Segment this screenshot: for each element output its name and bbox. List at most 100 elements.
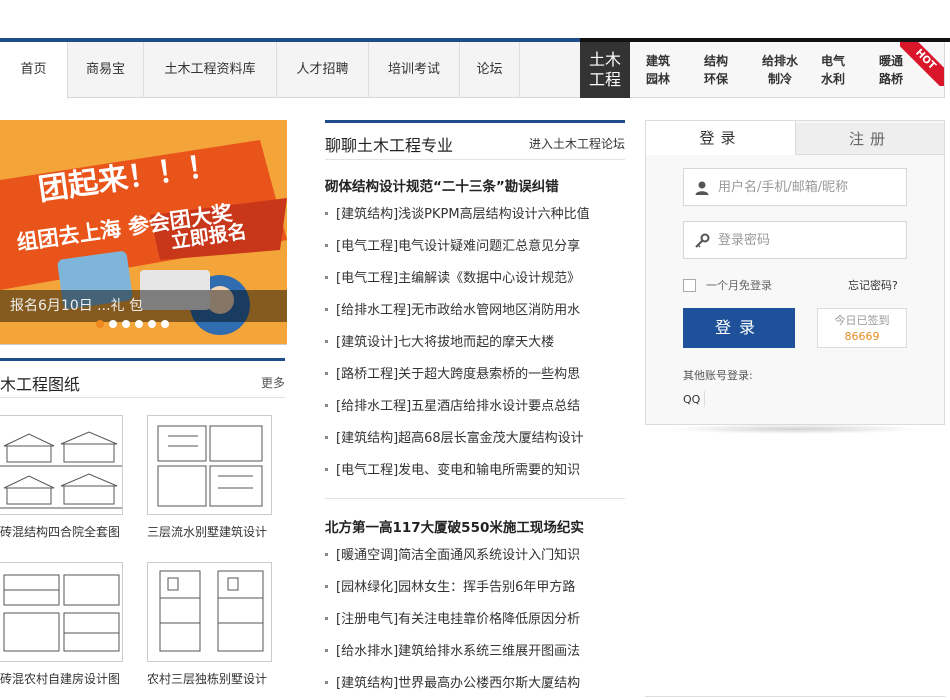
bullet-icon — [325, 681, 328, 684]
hot-badge: HOT — [900, 42, 944, 86]
list-item-text: [建筑设计]七大将拔地而起的摩天大楼 — [336, 335, 555, 350]
category-electrical-hydraulic[interactable]: 电气 水利 — [813, 52, 853, 88]
qq-label: QQ — [683, 392, 701, 406]
daily-signin-box[interactable]: 今日已签到 86669 — [817, 308, 907, 348]
category-label: 给排水 — [761, 54, 798, 68]
bullet-icon — [325, 276, 328, 279]
list-item[interactable]: [电气工程]主编解读《数据中心设计规范》 — [325, 263, 625, 295]
banner-dot[interactable] — [96, 320, 104, 328]
list-item[interactable]: [园林绿化]园林女生：挥手告别6年甲方路 — [325, 572, 625, 604]
list-item[interactable]: [建筑结构]浅谈PKPM高层结构设计六种比值 — [325, 199, 625, 231]
drawing-image — [157, 425, 263, 507]
forgot-password-link[interactable]: 忘记密码? — [848, 277, 898, 293]
drawings-title: 木工程图纸 — [0, 375, 81, 394]
tab-login[interactable]: 登录 — [646, 121, 796, 155]
forum-title: 聊聊土木工程专业 — [325, 136, 454, 155]
banner-dot[interactable] — [122, 320, 130, 328]
bullet-icon — [325, 585, 328, 588]
drawing-thumbnail[interactable] — [147, 415, 272, 515]
list-item[interactable]: [注册电气]有关注电挂靠价格降低原因分析 — [325, 604, 625, 636]
list-item[interactable]: [给排水工程]五星酒店给排水设计要点总结 — [325, 391, 625, 423]
nav-item-jobs[interactable]: 人才招聘 — [277, 42, 369, 98]
right-column-divider — [645, 696, 945, 697]
list-item-text: [路桥工程]关于超大跨度悬索桥的一些构思 — [336, 367, 581, 382]
banner-caption: 报名6月10日 ...礼 包 — [0, 290, 287, 322]
password-input[interactable] — [718, 230, 898, 250]
qq-login-link[interactable]: QQ — [683, 391, 706, 407]
category-label: 制冷 — [767, 72, 792, 86]
list-item-text: [给排水工程]五星酒店给排水设计要点总结 — [336, 399, 581, 414]
other-login-label: 其他账号登录: — [683, 369, 753, 382]
category-title[interactable]: 土木 工程 — [580, 42, 630, 98]
forum-headline[interactable]: 北方第一高117大厦破550米施工现场纪实 — [325, 516, 584, 536]
category-label: 建筑 — [645, 54, 670, 68]
banner-dot[interactable] — [135, 320, 143, 328]
nav-item-shangyibao[interactable]: 商易宝 — [68, 42, 144, 98]
list-item[interactable]: [电气工程]电气设计疑难问题汇总意见分享 — [325, 231, 625, 263]
list-item[interactable]: [给水排水]建筑给排水系统三维展开图画法 — [325, 636, 625, 668]
category-architecture-landscape[interactable]: 建筑 园林 — [638, 52, 678, 88]
category-label: 园林 — [645, 72, 670, 86]
forum-divider — [325, 498, 625, 499]
list-item-text: [电气工程]电气设计疑难问题汇总意见分享 — [336, 239, 581, 254]
drawing-caption[interactable]: 三层流水别墅建筑设计 — [147, 523, 267, 540]
list-item[interactable]: [电气工程]发电、变电和输电所需要的知识 — [325, 455, 625, 487]
bullet-icon — [325, 340, 328, 343]
list-item[interactable]: [给排水工程]无市政给水管网地区消防用水 — [325, 295, 625, 327]
list-item-text: [电气工程]主编解读《数据中心设计规范》 — [336, 271, 581, 286]
bullet-icon — [325, 553, 328, 556]
hot-badge-label: HOT — [900, 42, 944, 86]
drawing-caption[interactable]: 砖混结构四合院全套图 — [0, 523, 120, 540]
key-icon — [695, 233, 710, 248]
drawing-thumbnail[interactable] — [147, 562, 272, 662]
forum-more-link[interactable]: 进入土木工程论坛 — [529, 135, 625, 152]
forum-headline[interactable]: 砌体结构设计规范“二十三条”勘误纠错 — [325, 175, 559, 195]
nav-item-resource-library[interactable]: 土木工程资料库 — [144, 42, 277, 98]
drawing-caption[interactable]: 农村三层独栋别墅设计 — [147, 670, 267, 687]
bullet-icon — [325, 244, 328, 247]
drawings-section-header: 木工程图纸 更多 — [0, 358, 285, 398]
drawing-thumbnail[interactable] — [0, 415, 123, 515]
list-item[interactable]: [暖通空调]简洁全面通风系统设计入门知识 — [325, 540, 625, 572]
remember-checkbox[interactable] — [683, 278, 696, 292]
banner-divider — [0, 344, 287, 345]
username-input[interactable] — [718, 177, 898, 197]
user-icon — [695, 181, 709, 195]
drawing-image — [0, 431, 122, 509]
bullet-icon — [325, 617, 328, 620]
category-plumbing-refrigeration[interactable]: 给排水 制冷 — [760, 52, 800, 88]
drawings-more-link[interactable]: 更多 — [261, 374, 285, 391]
tab-register[interactable]: 注册 — [796, 123, 944, 155]
category-structure-environment[interactable]: 结构 环保 — [696, 52, 736, 88]
list-item[interactable]: [路桥工程]关于超大跨度悬索桥的一些构思 — [325, 359, 625, 391]
drawing-caption[interactable]: 砖混农村自建房设计图 — [0, 670, 120, 687]
forum-list: [暖通空调]简洁全面通风系统设计入门知识 [园林绿化]园林女生：挥手告别6年甲方… — [325, 540, 625, 700]
nav-item-home[interactable]: 首页 — [0, 42, 68, 99]
drawing-image — [159, 570, 264, 652]
list-item[interactable]: [建筑结构]超高68层长富金茂大厦结构设计 — [325, 423, 625, 455]
bullet-icon — [325, 649, 328, 652]
category-label: 环保 — [703, 72, 728, 86]
username-field — [683, 168, 907, 206]
drawing-thumbnail[interactable] — [0, 562, 123, 662]
login-button[interactable]: 登录 — [683, 308, 795, 348]
list-item[interactable]: [建筑设计]七大将拔地而起的摩天大楼 — [325, 327, 625, 359]
banner-dot[interactable] — [161, 320, 169, 328]
drawing-image — [3, 574, 120, 652]
list-item-text: [给水排水]建筑给排水系统三维展开图画法 — [336, 644, 581, 659]
bullet-icon — [325, 468, 328, 471]
remember-label: 一个月免登录 — [706, 279, 772, 292]
remember-me[interactable]: 一个月免登录 — [683, 277, 772, 293]
nav-item-forum[interactable]: 论坛 — [460, 42, 520, 98]
banner-dot[interactable] — [109, 320, 117, 328]
list-item[interactable]: [建筑结构]世界最高办公楼西尔斯大厦结构 — [325, 668, 625, 700]
nav-item-training[interactable]: 培训考试 — [369, 42, 460, 98]
signin-count: 86669 — [844, 330, 880, 343]
password-field — [683, 221, 907, 259]
login-panel-shadow — [670, 424, 920, 434]
login-panel: 登录 注册 一个月免登录 忘记密码? 登录 今日已签到 86669 其他账号登录… — [645, 120, 945, 425]
list-item-text: [建筑结构]世界最高办公楼西尔斯大厦结构 — [336, 676, 581, 691]
bullet-icon — [325, 212, 328, 215]
category-title-line1: 土木 — [588, 50, 621, 69]
banner-dot[interactable] — [148, 320, 156, 328]
